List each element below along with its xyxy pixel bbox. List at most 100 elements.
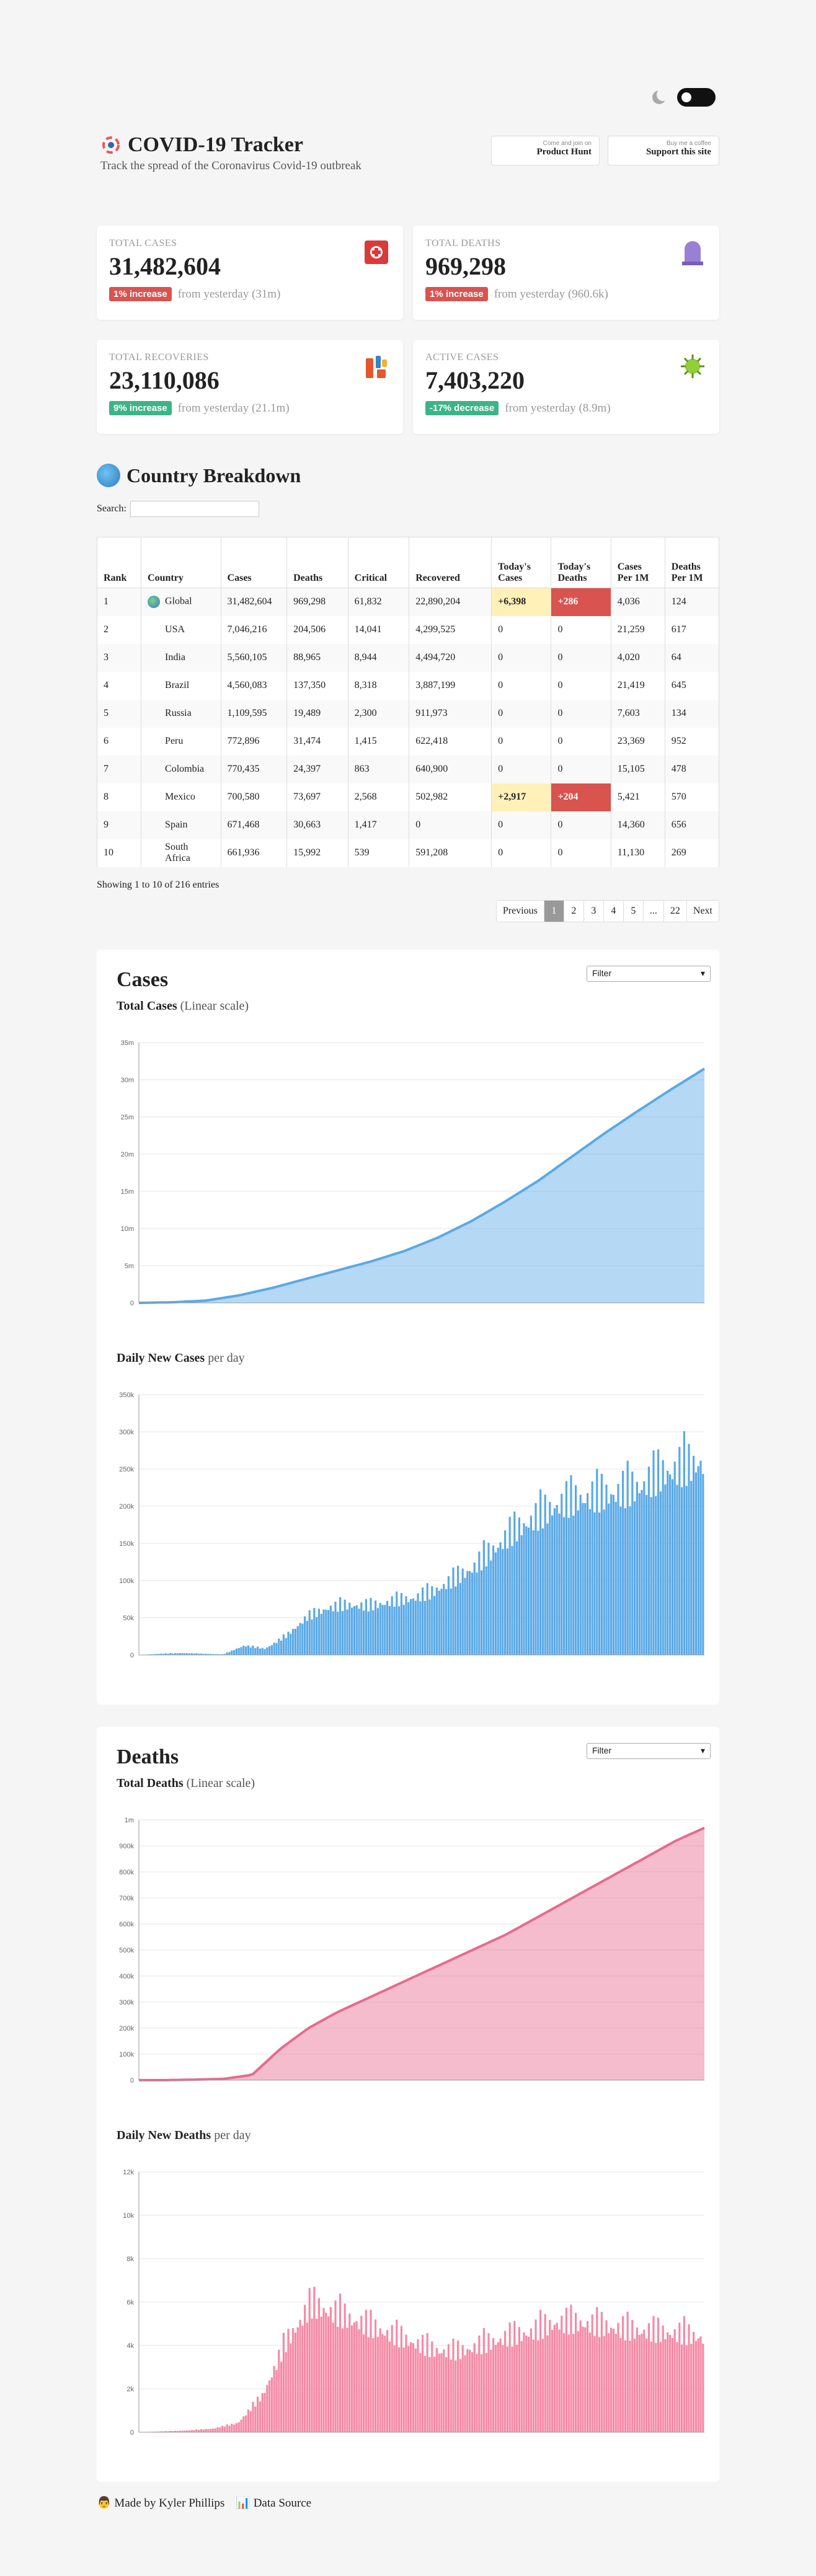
bar xyxy=(247,2409,249,2432)
bar xyxy=(523,1523,525,1655)
bar xyxy=(320,1613,322,1655)
page-button[interactable]: ... xyxy=(644,901,664,922)
page-button[interactable]: Previous xyxy=(497,901,544,922)
bar xyxy=(292,2328,295,2432)
bar xyxy=(304,2305,306,2432)
y-tick-label: 400k xyxy=(119,1973,134,1980)
bar xyxy=(327,2316,330,2432)
bar xyxy=(426,1583,428,1655)
bar xyxy=(534,1503,537,1655)
country-table: Rank Country Cases Deaths Critical Recovered T… xyxy=(96,537,720,867)
page-button[interactable]: 22 xyxy=(664,901,687,922)
bar xyxy=(478,1551,481,1655)
bar xyxy=(266,2384,268,2432)
page-button[interactable]: 5 xyxy=(624,901,644,922)
chart-title: Total Deaths (Linear scale) xyxy=(117,1776,255,1791)
bar xyxy=(391,1596,393,1655)
data-source-link[interactable]: 📊 Data Source xyxy=(236,2495,311,2510)
bar xyxy=(551,1515,554,1655)
filter-select[interactable]: Filter xyxy=(587,1743,711,1759)
page-button[interactable]: Next xyxy=(687,901,719,922)
bar xyxy=(452,1567,455,1655)
table-cell: 61,832 xyxy=(347,588,410,616)
column-header[interactable]: Today's Deaths xyxy=(551,537,611,588)
bar xyxy=(497,2342,499,2432)
filter-select[interactable]: Filter xyxy=(587,966,711,982)
bar xyxy=(647,2323,650,2432)
bar xyxy=(190,2430,193,2432)
bar xyxy=(650,1497,652,1655)
bar xyxy=(610,1494,613,1655)
bar xyxy=(322,2308,325,2432)
bar xyxy=(287,1631,290,1655)
bar xyxy=(210,2428,212,2432)
bar xyxy=(490,2350,492,2432)
bar xyxy=(290,2343,292,2432)
column-header[interactable]: Critical xyxy=(347,537,410,588)
bar xyxy=(612,2328,614,2432)
bar xyxy=(388,1606,391,1655)
bar xyxy=(223,2427,226,2432)
bar xyxy=(506,1548,508,1655)
bar xyxy=(494,2345,497,2432)
bar xyxy=(697,1466,699,1655)
globe-icon xyxy=(97,464,120,487)
pagination: Previous 1 2 3 4 5... 22 Next xyxy=(495,900,719,922)
bar xyxy=(459,1582,461,1655)
bar xyxy=(325,2313,327,2432)
bar xyxy=(285,1638,287,1655)
chart-title-suffix: per day xyxy=(208,1351,245,1365)
page-button[interactable]: 3 xyxy=(584,901,604,922)
bar xyxy=(431,2341,433,2432)
bar xyxy=(450,1588,452,1655)
bar xyxy=(414,2348,417,2432)
product-hunt-button[interactable]: Come and join on Product Hunt xyxy=(491,136,600,165)
column-header[interactable]: Cases xyxy=(220,537,288,588)
table-cell: 2 xyxy=(96,615,142,644)
bar xyxy=(341,1611,344,1655)
page-button[interactable]: 4 xyxy=(604,901,624,922)
bar xyxy=(438,2353,440,2432)
table-cell: 0 xyxy=(551,671,611,700)
bar xyxy=(596,2307,598,2432)
daily-deaths-chart: 0 2k 4k 6k 8k 10k 12k xyxy=(123,2169,704,2437)
made-by-link[interactable]: 👨 Made by Kyler Phillips xyxy=(97,2495,224,2510)
bar xyxy=(313,2287,316,2432)
search-input[interactable] xyxy=(130,501,259,517)
table-cell: 6 xyxy=(96,727,142,756)
bar xyxy=(195,2429,198,2432)
bar xyxy=(268,2380,271,2432)
column-header[interactable]: Today's Cases xyxy=(491,537,552,588)
bar xyxy=(634,1501,636,1655)
bar xyxy=(588,2332,591,2432)
table-cell: 700,580 xyxy=(220,783,288,811)
support-button[interactable]: Buy me a coffee Support this site xyxy=(608,136,719,165)
column-header[interactable]: Rank xyxy=(96,537,142,588)
page-button[interactable]: 1 xyxy=(544,901,564,922)
table-cell: 7 xyxy=(96,755,142,783)
bar xyxy=(311,1619,313,1655)
bar xyxy=(419,2353,422,2432)
column-header[interactable]: Deaths xyxy=(286,537,348,588)
table-cell: 30,663 xyxy=(286,811,348,839)
bar xyxy=(393,2345,396,2432)
bar xyxy=(471,2352,473,2432)
page-button[interactable]: 2 xyxy=(564,901,584,922)
bar xyxy=(396,1591,398,1655)
column-header[interactable]: Country xyxy=(141,537,221,588)
bar xyxy=(268,1646,271,1655)
bar xyxy=(447,1576,450,1655)
bar xyxy=(270,2377,273,2432)
bar xyxy=(270,1645,273,1655)
dark-mode-toggle[interactable] xyxy=(677,88,716,107)
medicine-icon xyxy=(366,356,387,378)
bar xyxy=(502,1548,504,1655)
column-header[interactable]: Cases Per 1M xyxy=(610,537,665,588)
bar xyxy=(332,1611,334,1655)
bar xyxy=(690,2344,693,2432)
column-header[interactable]: Deaths Per 1M xyxy=(664,537,720,588)
column-header[interactable]: Recovered xyxy=(409,537,492,588)
table-row: 6 Peru 772,896 31,474 1,415 622,418 0 0 23,369 95… xyxy=(96,727,720,756)
bar xyxy=(428,1599,431,1655)
bar xyxy=(593,1512,596,1655)
